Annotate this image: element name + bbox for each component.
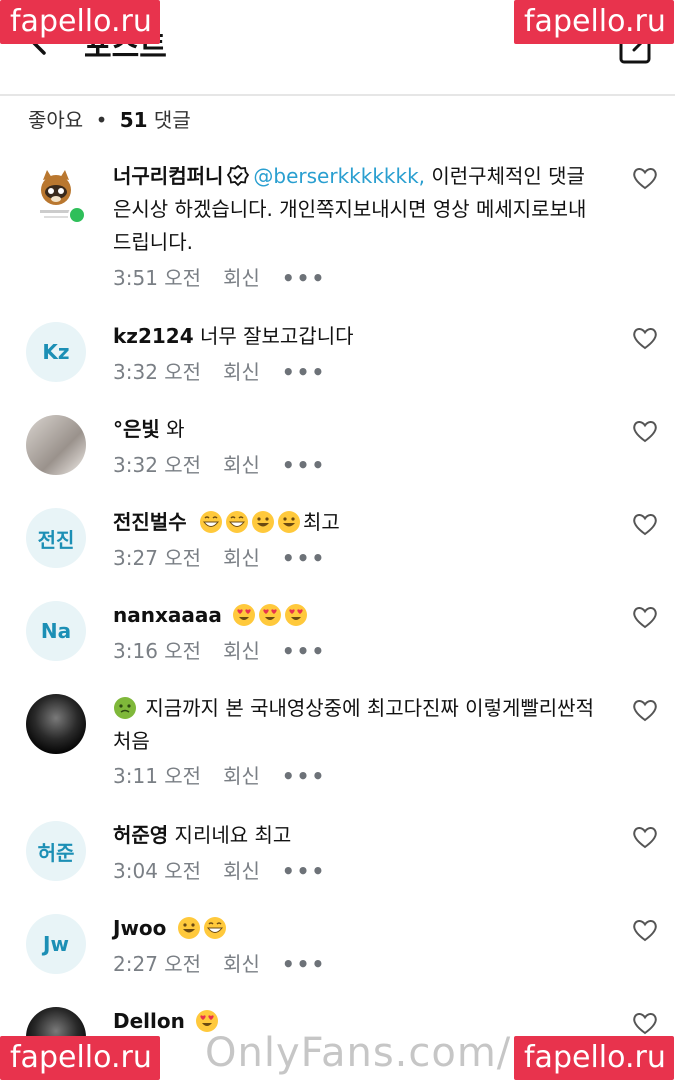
nauseated-emoji-icon [114,697,136,719]
verified-badge-icon [227,165,250,187]
comment-meta: 3:51 오전 회신 ••• [113,262,348,291]
comment-time: 3:27 오전 [113,546,202,570]
heart-icon[interactable] [632,1011,658,1035]
comment-text: kz2124 너무 잘보고갑니다 [113,320,603,353]
comment-message: 지리네요 최고 [168,823,292,847]
smile-emoji-icon [277,511,300,533]
onlyfans-watermark: OnlyFans.com/m [205,1030,552,1076]
heart-icon[interactable] [632,419,658,443]
comment-text: 너구리컴퍼니 @berserkkkkkkk, 이런구체적인 댓글은시상 하겠습니다… [113,160,603,259]
heart-icon[interactable] [632,918,658,942]
comment-text: 허준영 지리네요 최고 [113,819,603,852]
grin-emoji-icon [203,917,226,939]
site-watermark: fapello.ru [0,1036,160,1080]
site-watermark: fapello.ru [0,0,160,44]
avatar[interactable]: 허준 [26,821,86,881]
comment-time: 3:51 오전 [113,266,202,290]
comment-username[interactable]: 너구리컴퍼니 [113,164,223,188]
comment-meta: 2:27 오전 회신 ••• [113,948,348,977]
comment-username[interactable]: 전진벌수 [113,510,187,534]
comment-username[interactable]: 허준영 [113,823,168,847]
likes-label[interactable]: 좋아요 [28,108,83,132]
more-icon[interactable]: ••• [282,859,326,883]
engagement-summary: 좋아요 • 51 댓글 [28,104,191,133]
comment-meta: 3:16 오전 회신 ••• [113,635,348,664]
heart-eyes-emoji-icon [233,604,256,626]
comment-text: nanxaaaa [113,599,603,632]
comment-text: 지금까지 본 국내영상중에 최고다진짜 이렇게빨리싼적 처음 [113,692,603,758]
comment-text: Jwoo [113,912,603,945]
separator: • [95,108,108,132]
smile-emoji-icon [177,917,200,939]
more-icon[interactable]: ••• [282,266,326,290]
comment-meta: 3:32 오전 회신 ••• [113,449,348,478]
comment-username[interactable]: Jwoo [113,916,166,940]
heart-icon[interactable] [632,326,658,350]
smile-emoji-icon [251,511,274,533]
site-watermark: fapello.ru [514,0,674,44]
heart-icon[interactable] [632,698,658,722]
comment-username[interactable]: kz2124 [113,324,194,348]
comment-username[interactable]: °은빛 [113,417,160,441]
heart-eyes-emoji-icon [285,604,308,626]
comment-meta: 3:32 오전 회신 ••• [113,356,348,385]
comment-meta: 3:27 오전 회신 ••• [113,542,348,571]
comment-message: 최고 [302,510,340,534]
comment-time: 2:27 오전 [113,952,202,976]
reply-button[interactable]: 회신 [223,266,260,290]
avatar[interactable]: Jw [26,914,86,974]
comment-text: 전진벌수 최고 [113,506,603,539]
heart-eyes-emoji-icon [259,604,282,626]
heart-icon[interactable] [632,512,658,536]
comment-message: 너무 잘보고갑니다 [193,324,354,348]
comment-time: 3:11 오전 [113,764,202,788]
online-status-dot [68,206,86,224]
grin-emoji-icon [225,511,248,533]
reply-button[interactable]: 회신 [223,453,260,477]
comment-count: 51 [119,108,148,132]
comment-time: 3:32 오전 [113,453,202,477]
comment-text: °은빛 와 [113,413,603,446]
comment-username[interactable]: Dellon [113,1009,185,1033]
more-icon[interactable]: ••• [282,952,326,976]
comment-time: 3:16 오전 [113,639,202,663]
site-watermark: fapello.ru [514,1036,674,1080]
comment-message: 와 [159,417,185,441]
reply-button[interactable]: 회신 [223,639,260,663]
mention-link[interactable]: @berserkkkkkkk, [253,164,425,188]
comment-meta: 3:04 오전 회신 ••• [113,855,348,884]
reply-button[interactable]: 회신 [223,546,260,570]
reply-button[interactable]: 회신 [223,360,260,384]
comment-meta: 3:11 오전 회신 ••• [113,760,348,789]
more-icon[interactable]: ••• [282,764,326,788]
more-icon[interactable]: ••• [282,546,326,570]
comment-time: 3:32 오전 [113,360,202,384]
heart-icon[interactable] [632,166,658,190]
heart-icon[interactable] [632,605,658,629]
comment-username[interactable]: nanxaaaa [113,603,222,627]
comment-message: 지금까지 본 국내영상중에 최고다진짜 이렇게빨리싼적 처음 [113,696,594,753]
avatar[interactable] [26,694,86,754]
avatar[interactable]: Na [26,601,86,661]
more-icon[interactable]: ••• [282,360,326,384]
more-icon[interactable]: ••• [282,639,326,663]
more-icon[interactable]: ••• [282,453,326,477]
grin-emoji-icon [199,511,222,533]
avatar[interactable]: 전진 [26,508,86,568]
heart-icon[interactable] [632,825,658,849]
avatar[interactable] [26,415,86,475]
reply-button[interactable]: 회신 [223,859,260,883]
comments-label: 댓글 [153,108,191,132]
avatar[interactable]: Kz [26,322,86,382]
reply-button[interactable]: 회신 [223,952,260,976]
reply-button[interactable]: 회신 [223,764,260,788]
comment-time: 3:04 오전 [113,859,202,883]
